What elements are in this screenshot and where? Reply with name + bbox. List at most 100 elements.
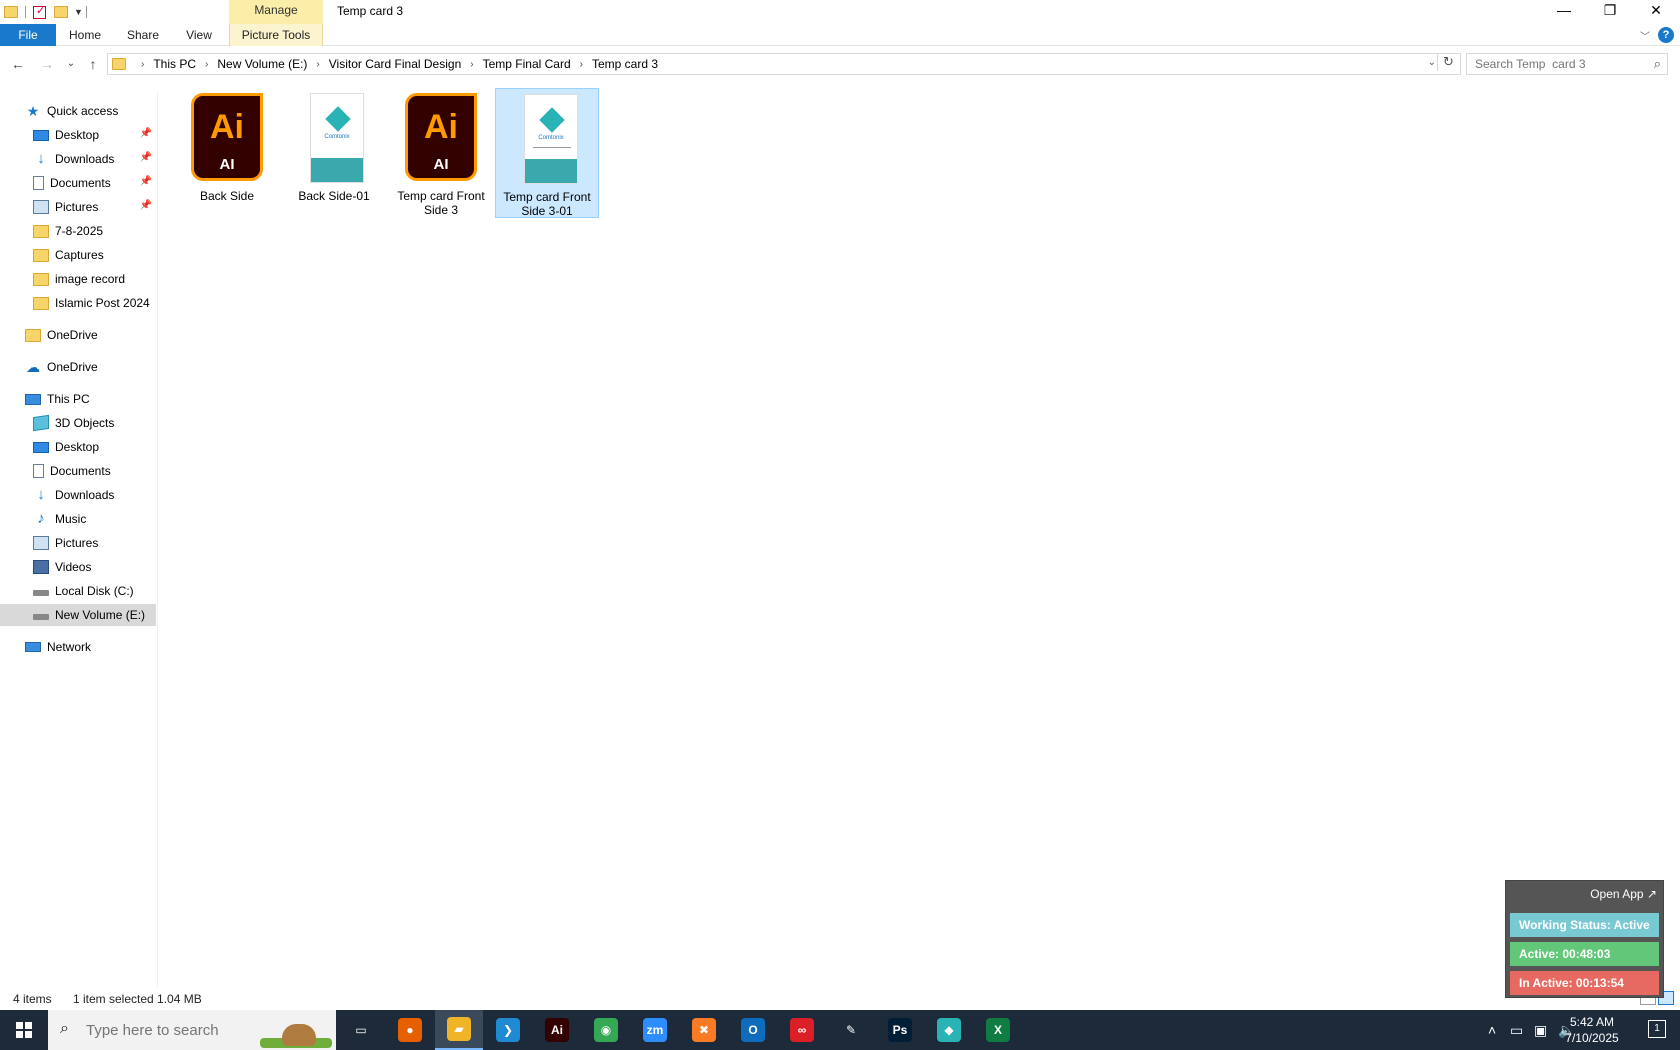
sidebar-item-3d-objects[interactable]: 3D Objects [0,412,156,434]
item-count: 4 items [13,992,52,1006]
sidebar-item-quick-access[interactable]: ★ Quick access [0,100,156,122]
crumb-temp-card-3[interactable]: Temp card 3 [592,57,658,71]
pin-icon[interactable]: 📌 [140,200,152,211]
restore-button[interactable]: ❐ [1587,0,1633,22]
sidebar-item-label: 7-8-2025 [55,224,104,238]
sidebar-item-pc-documents[interactable]: Documents [0,460,156,482]
close-button[interactable]: ✕ [1633,0,1679,22]
pin-icon[interactable]: 📌 [140,176,152,187]
sidebar-item-label: This PC [47,392,90,406]
taskbar-app-file-explorer[interactable]: ▰ [435,1010,483,1050]
tab-file[interactable]: File [0,24,56,46]
sidebar-item-label: Videos [55,560,92,574]
file-list[interactable]: Ai AI Back Side Comtonix Back Side-01 Ai… [160,84,1670,984]
sidebar-item-label: OneDrive [47,360,98,374]
sidebar-item-captures[interactable]: Captures [0,244,156,266]
taskbar-app-excel[interactable]: X [974,1010,1022,1050]
pen-tool-icon: ✎ [839,1018,863,1042]
crumb-temp-final-card[interactable]: Temp Final Card [483,57,571,71]
network-icon[interactable]: ▣ [1534,1022,1547,1039]
taskbar-app-creative-cloud[interactable]: ∞ [778,1010,826,1050]
search-icon[interactable]: ⌕ [1654,56,1661,72]
crumb-visitor-card[interactable]: Visitor Card Final Design [329,57,462,71]
file-item-back-side-01[interactable]: Comtonix Back Side-01 [282,88,386,218]
sidebar-item-local-disk[interactable]: Local Disk (C:) [0,580,156,602]
sidebar-item-onedrive[interactable]: ☁ OneDrive [0,356,156,378]
help-icon[interactable]: ? [1658,27,1674,43]
tab-share[interactable]: Share [118,24,168,46]
address-history-icon[interactable]: ⌄ [1428,57,1436,68]
sidebar-item-pictures[interactable]: Pictures 📌 [0,196,156,218]
taskbar-app-pen-tool[interactable]: ✎ [827,1010,875,1050]
tab-view[interactable]: View [176,24,222,46]
chevron-right-icon[interactable]: › [470,59,473,70]
forward-button[interactable]: → [37,54,57,74]
start-button[interactable] [0,1010,48,1050]
refresh-button[interactable]: ↻ [1437,53,1459,71]
sidebar-item-islamic-post[interactable]: Islamic Post 2024 [0,292,156,314]
recent-locations-icon[interactable]: ⌄ [61,54,81,74]
sidebar-item-pc-desktop[interactable]: Desktop [0,436,156,458]
manage-contextual-tab[interactable]: Manage [229,0,323,24]
folder-icon[interactable] [4,6,18,18]
chevron-right-icon[interactable]: › [205,59,208,70]
crumb-this-pc[interactable]: This PC [153,57,196,71]
crumb-new-volume[interactable]: New Volume (E:) [217,57,307,71]
file-item-temp-card-front-side-3[interactable]: Ai AI Temp card Front Side 3 [389,88,493,218]
sidebar-item-new-volume[interactable]: New Volume (E:) [0,604,156,626]
sidebar-item-network[interactable]: Network [0,636,156,658]
open-app-button[interactable]: Open App ↗ [1590,887,1657,901]
pin-icon[interactable]: 📌 [140,152,152,163]
pin-icon[interactable]: 📌 [140,128,152,139]
file-item-back-side[interactable]: Ai AI Back Side [175,88,279,218]
up-button[interactable]: ↑ [83,54,103,74]
sidebar-item-this-pc[interactable]: This PC [0,388,156,410]
taskbar-app-zoom[interactable]: zm [631,1010,679,1050]
battery-icon[interactable]: ▭ [1510,1022,1523,1039]
properties-icon[interactable] [33,4,46,19]
clock[interactable]: 5:42 AM 7/10/2025 [1562,1014,1622,1046]
chevron-right-icon[interactable]: › [316,59,319,70]
sidebar-item-pc-downloads[interactable]: ↓ Downloads [0,484,156,506]
sidebar-item-image-record[interactable]: image record [0,268,156,290]
taskbar-app-outlook[interactable]: O [729,1010,777,1050]
sidebar-item-documents[interactable]: Documents 📌 [0,172,156,194]
customize-toolbar-icon[interactable]: ▼ [74,7,83,17]
sidebar-item-onedrive-folder[interactable]: OneDrive [0,324,156,346]
sidebar-item-pc-pictures[interactable]: Pictures [0,532,156,554]
taskbar-app-chrome[interactable]: ◉ [582,1010,630,1050]
chevron-right-icon[interactable]: › [141,59,144,70]
taskbar-search-input[interactable] [86,1020,286,1040]
file-item-temp-card-front-side-3-01[interactable]: Comtonix Temp card Front Side 3-01 [495,88,599,218]
sidebar-item-label: Downloads [55,488,115,502]
new-folder-icon[interactable] [54,6,68,18]
sidebar-item-downloads[interactable]: ↓ Downloads 📌 [0,148,156,170]
sidebar-item-videos[interactable]: Videos [0,556,156,578]
taskbar-app-task-view[interactable]: ▭ [337,1010,385,1050]
search-input[interactable] [1467,54,1637,74]
sidebar-item-music[interactable]: ♪ Music [0,508,156,530]
sidebar-item-7-8-2025[interactable]: 7-8-2025 [0,220,156,242]
back-button[interactable]: ← [8,54,28,74]
taskbar-app-firefox[interactable]: ● [386,1010,434,1050]
tab-picture-tools[interactable]: Picture Tools [229,24,323,46]
expand-ribbon-icon[interactable]: ﹀ [1640,28,1650,43]
excel-icon: X [986,1018,1010,1042]
taskbar-app-app[interactable]: ◆ [925,1010,973,1050]
minimize-button[interactable]: — [1541,0,1587,22]
video-icon [33,560,49,574]
chevron-right-icon[interactable]: › [580,59,583,70]
sidebar-item-desktop[interactable]: Desktop 📌 [0,124,156,146]
tab-home[interactable]: Home [62,24,108,46]
search-box[interactable]: ⌕ [1466,53,1668,75]
taskbar-app-photoshop[interactable]: Ps [876,1010,924,1050]
taskbar-app-illustrator[interactable]: Ai [533,1010,581,1050]
taskbar-app-vs-code[interactable]: ❯ [484,1010,532,1050]
address-bar[interactable]: › This PC › New Volume (E:) › Visitor Ca… [107,53,1461,75]
chevron-up-icon[interactable]: ˄ [1488,1022,1496,1038]
taskbar-search[interactable]: ⌕ [48,1010,336,1050]
app-icon: ◆ [937,1018,961,1042]
search-highlight-image[interactable] [260,1014,332,1048]
notification-button[interactable]: 1 [1648,1020,1666,1038]
taskbar-app-xampp[interactable]: ✖ [680,1010,728,1050]
